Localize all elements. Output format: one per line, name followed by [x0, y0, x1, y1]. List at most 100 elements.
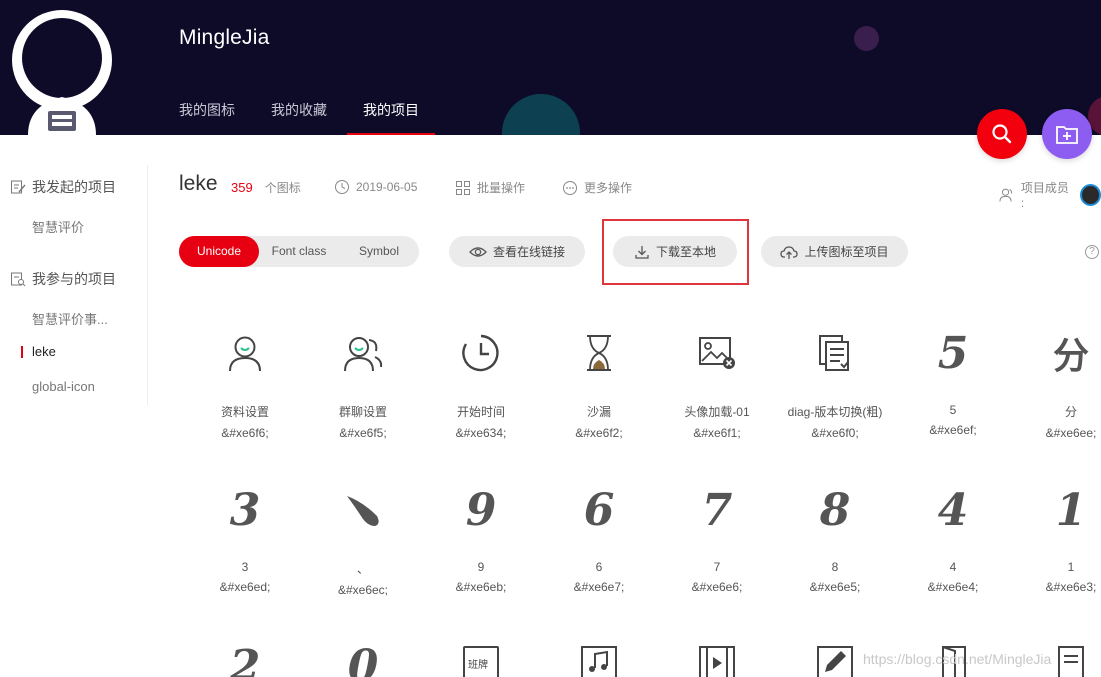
sidebar-item-global-icon[interactable]: global-icon — [32, 379, 95, 394]
icon-code: &#xe6f2; — [575, 426, 623, 440]
eye-icon — [469, 246, 487, 257]
watermark: https://blog.csdn.net/MingleJia — [863, 651, 1052, 667]
icon-count-label: 个图标 — [264, 181, 301, 195]
icon-card[interactable]: 分 分 &#xe6ee; — [1012, 323, 1101, 440]
icon-code: &#xe634; — [455, 426, 507, 440]
handwritten-6-icon: 6 — [583, 484, 615, 536]
view-online-link-button[interactable]: 查看在线链接 — [449, 236, 585, 267]
new-project-button[interactable] — [1042, 109, 1092, 159]
icon-card[interactable]: 群聊设置 &#xe6f5; — [304, 323, 422, 440]
upload-icons-button[interactable]: 上传图标至项目 — [761, 236, 908, 267]
icon-card[interactable]: diag-版本切换(粗) &#xe6f0; — [776, 323, 894, 440]
nav-my-icons[interactable]: 我的图标 — [179, 100, 235, 135]
clock-icon — [462, 334, 499, 372]
icon-name: 开始时间 — [456, 405, 505, 419]
icon-card[interactable]: 9 9 &#xe6eb; — [422, 480, 540, 595]
handwritten-9-icon: 9 — [465, 484, 497, 536]
icon-name: 分 — [1064, 405, 1077, 419]
nav-my-projects[interactable]: 我的项目 — [347, 100, 435, 135]
icon-card[interactable]: 头像加载-01 &#xe6f1; — [658, 323, 776, 440]
icon-card[interactable]: 2 — [186, 636, 304, 677]
brand-name[interactable]: MingleJia — [179, 26, 270, 50]
icon-name: 9 — [477, 560, 485, 574]
more-icon — [563, 180, 577, 195]
handwritten-4-icon: 4 — [937, 484, 969, 536]
handwritten-0-icon: 0 — [347, 640, 379, 677]
icon-code: &#xe6e6; — [691, 580, 743, 594]
video-icon — [699, 646, 735, 677]
sidebar-item-project[interactable]: 智慧评价 — [32, 217, 84, 236]
more-operation-label: 更多操作 — [584, 181, 633, 195]
icon-code: &#xe6e3; — [1045, 580, 1097, 594]
search-button[interactable] — [977, 109, 1027, 159]
icon-card[interactable]: 4 4 &#xe6e4; — [894, 480, 1012, 595]
icon-card[interactable]: 班牌 — [422, 646, 540, 677]
edit-doc-icon — [11, 180, 26, 194]
sidebar-group-label: 我参与的项目 — [32, 271, 116, 287]
nav-my-favorites[interactable]: 我的收藏 — [271, 100, 327, 135]
search-doc-icon — [11, 272, 26, 287]
icon-card[interactable]: 6 6 &#xe6e7; — [540, 480, 658, 595]
project-members-label: 项目成员 : — [1020, 181, 1069, 210]
sidebar-group-created[interactable]: 我发起的项目 — [10, 177, 116, 197]
project-date-text: 2019-06-05 — [356, 180, 418, 194]
icon-card[interactable]: 开始时间 &#xe634; — [422, 323, 540, 440]
page: MingleJia 我的图标 我的收藏 我的项目 我发起的项目 智慧评价 我参与… — [0, 0, 1101, 677]
grid-icon — [456, 180, 470, 195]
icon-name: 6 — [595, 560, 603, 574]
user-smile-icon — [229, 336, 261, 372]
icon-card[interactable]: 资料设置 &#xe6f6; — [186, 323, 304, 440]
tab-unicode[interactable]: Unicode — [179, 236, 259, 267]
icon-card[interactable]: 7 7 &#xe6e6; — [658, 480, 776, 595]
icon-name: 4 — [949, 560, 957, 574]
icon-name: 群聊设置 — [338, 405, 387, 419]
users-icon — [999, 188, 1013, 202]
batch-operation-button[interactable]: 批量操作 — [455, 179, 525, 196]
handwritten-2-icon: 2 — [229, 640, 261, 677]
icon-count: 359 个图标 — [231, 179, 301, 196]
icon-card[interactable]: 3 3 &#xe6ed; — [186, 480, 304, 595]
icon-card[interactable]: 、 &#xe6ec; — [304, 480, 422, 597]
icon-card[interactable]: 1 1 &#xe6e3; — [1012, 480, 1101, 595]
icon-card[interactable]: 0 — [304, 636, 422, 677]
icon-code: &#xe6f6; — [221, 426, 269, 440]
icon-code: &#xe6f1; — [693, 426, 741, 440]
sidebar-item-leke[interactable]: leke — [21, 344, 56, 359]
help-icon[interactable]: ? — [1085, 245, 1099, 259]
sidebar-item-project[interactable]: 智慧评价事... — [32, 309, 108, 328]
handwritten-fen-icon: 分 — [1052, 335, 1089, 377]
class-board-label: 班牌 — [468, 660, 488, 671]
handwritten-8-icon: 8 — [819, 484, 851, 536]
icon-card[interactable] — [658, 646, 776, 677]
tab-font-class[interactable]: Font class — [259, 236, 339, 267]
icon-code: &#xe6f0; — [811, 426, 859, 440]
class-board-icon: 班牌 — [463, 646, 499, 677]
more-operation-button[interactable]: 更多操作 — [562, 179, 632, 196]
icon-name: 资料设置 — [220, 405, 269, 419]
icon-name: 头像加载-01 — [684, 405, 750, 419]
handwritten-comma-icon — [347, 496, 379, 526]
search-icon — [992, 124, 1012, 144]
list-doc-icon — [1058, 646, 1084, 677]
sidebar-group-joined[interactable]: 我参与的项目 — [10, 269, 116, 289]
handwritten-3-icon: 3 — [229, 484, 261, 536]
batch-operation-label: 批量操作 — [477, 181, 526, 195]
clock-icon — [335, 180, 349, 194]
tab-symbol[interactable]: Symbol — [339, 236, 419, 267]
icon-code: &#xe6ef; — [929, 423, 977, 437]
icon-name: 、 — [356, 562, 369, 576]
icon-code: &#xe6e4; — [927, 580, 979, 594]
icon-card[interactable] — [540, 646, 658, 677]
icon-card[interactable]: 5 5 &#xe6ef; — [894, 323, 1012, 438]
icon-name: 沙漏 — [586, 405, 611, 419]
decorative-circle — [502, 94, 580, 135]
handwritten-7-icon: 7 — [701, 484, 733, 536]
avatar[interactable] — [1080, 183, 1101, 206]
icon-code: &#xe6ed; — [219, 580, 271, 594]
icon-card[interactable]: 8 8 &#xe6e5; — [776, 480, 894, 595]
project-members[interactable]: 项目成员 : — [999, 179, 1101, 210]
project-title: leke — [179, 172, 218, 195]
astronaut-logo-icon — [12, 10, 112, 135]
main-nav: 我的图标 我的收藏 我的项目 — [179, 100, 455, 135]
icon-card[interactable]: 沙漏 &#xe6f2; — [540, 323, 658, 440]
